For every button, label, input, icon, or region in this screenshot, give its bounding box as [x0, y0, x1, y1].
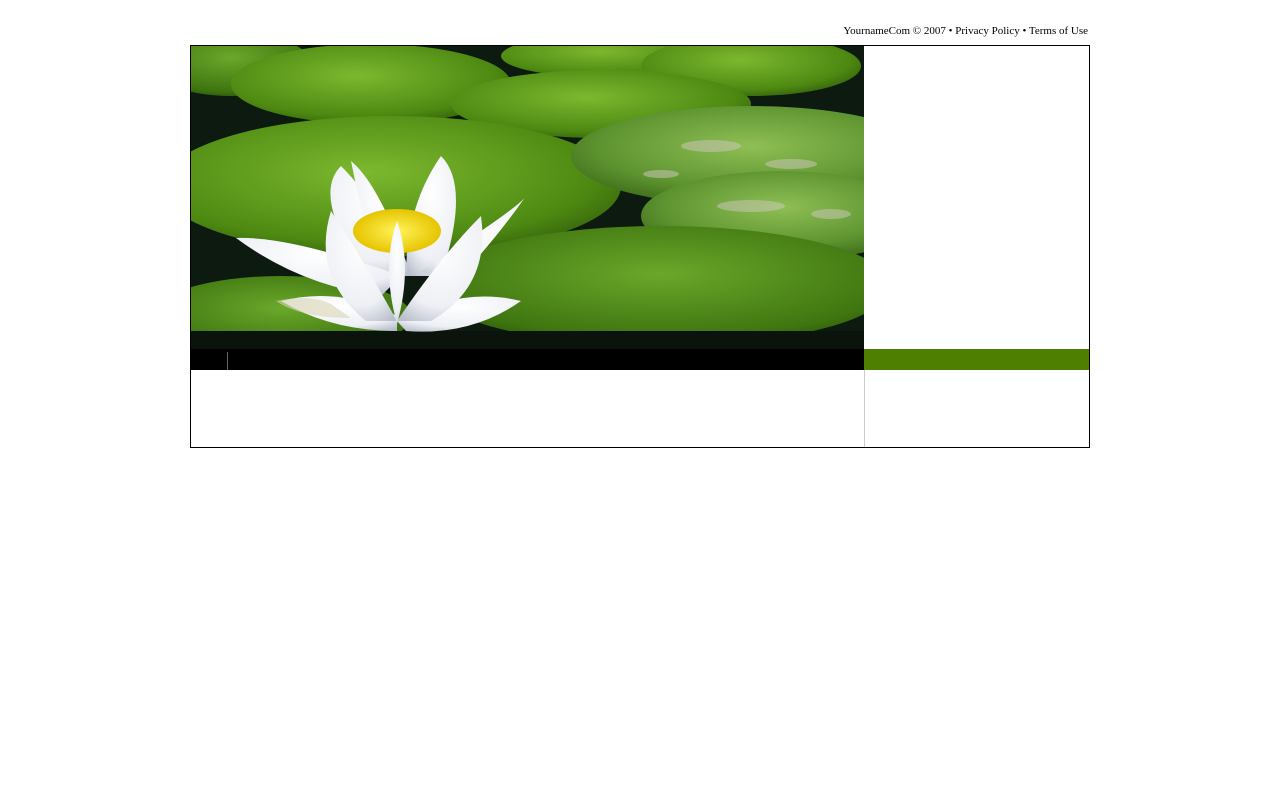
- sidebar-top-panel: [864, 46, 1089, 349]
- privacy-policy-link[interactable]: Privacy Policy: [955, 25, 1019, 37]
- top-links-bar: YournameCom © 2007 • Privacy Policy • Te…: [190, 22, 1088, 40]
- terms-of-use-link[interactable]: Terms of Use: [1029, 25, 1088, 37]
- separator: •: [945, 25, 956, 37]
- nav-divider: [227, 352, 228, 370]
- main-content-area: [191, 370, 864, 447]
- sidebar-accent-bar: [864, 349, 1089, 370]
- nav-home-item[interactable]: [191, 349, 227, 370]
- navigation-bar: [191, 349, 864, 370]
- water-lily-illustration: [191, 46, 864, 349]
- separator: •: [1019, 25, 1029, 37]
- hero-image: [191, 46, 864, 349]
- sidebar-content-area: [864, 370, 1089, 447]
- site-frame: [190, 45, 1090, 448]
- copyright-text: YournameCom © 2007: [843, 25, 946, 37]
